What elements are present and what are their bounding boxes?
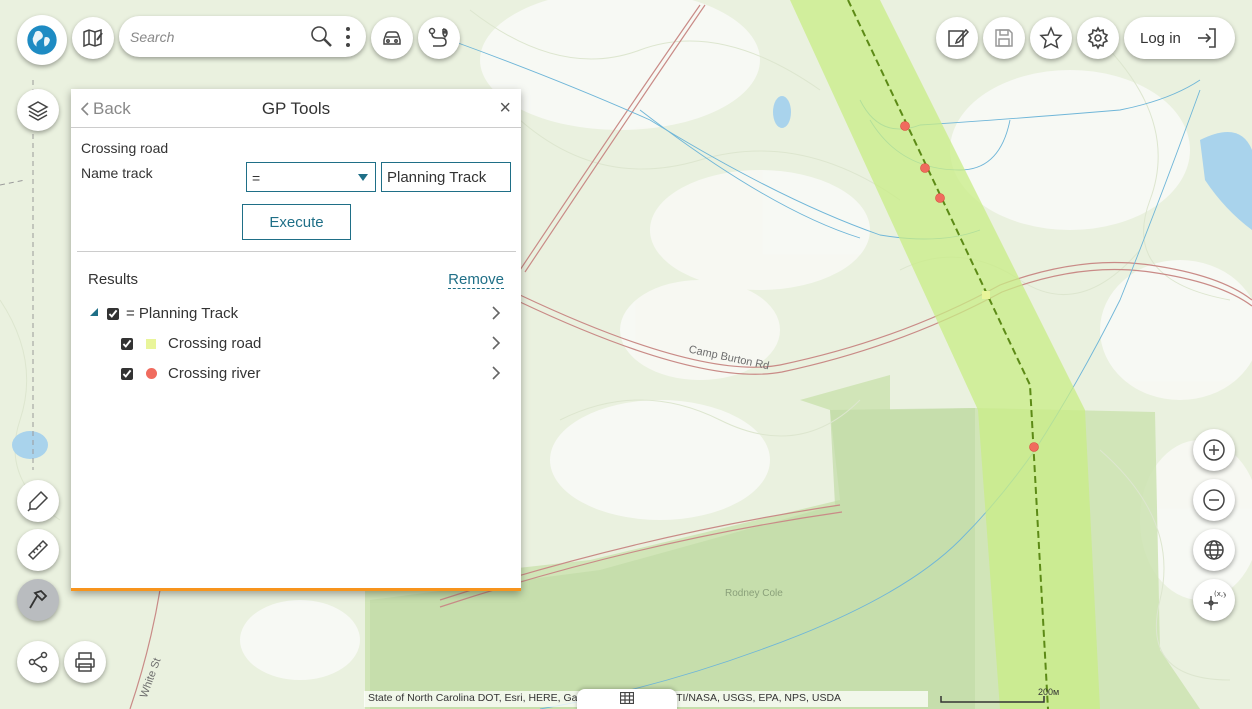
execute-button[interactable]: Execute bbox=[242, 204, 351, 240]
coordinates-button[interactable]: (x,y) bbox=[1193, 579, 1235, 621]
layers-button[interactable] bbox=[17, 89, 59, 131]
search-input[interactable] bbox=[130, 23, 308, 50]
login-label: Log in bbox=[1140, 29, 1181, 47]
results-root-checkbox[interactable] bbox=[107, 308, 119, 320]
edit-icon bbox=[948, 28, 969, 47]
panel-title: GP Tools bbox=[261, 99, 331, 118]
road-swatch-icon bbox=[146, 339, 156, 349]
gp-tools-panel: Back GP Tools × Crossing road Name track… bbox=[71, 89, 521, 591]
river-swatch-icon bbox=[146, 368, 157, 379]
tree-expand-icon[interactable] bbox=[90, 308, 98, 316]
kebab-icon[interactable] bbox=[341, 25, 355, 49]
result-layer-row[interactable]: Crossing road bbox=[71, 332, 511, 356]
share-button[interactable] bbox=[17, 641, 59, 683]
print-icon bbox=[75, 652, 95, 672]
track-name-input[interactable] bbox=[381, 162, 511, 192]
operator-select[interactable]: = bbox=[246, 162, 376, 192]
search-icon[interactable] bbox=[309, 24, 333, 48]
remove-link[interactable]: Remove bbox=[448, 271, 504, 289]
map-edit-button[interactable] bbox=[72, 17, 114, 59]
print-button[interactable] bbox=[64, 641, 106, 683]
chevron-right-icon[interactable] bbox=[491, 335, 501, 351]
layer-checkbox[interactable] bbox=[121, 368, 133, 380]
tool-name: Crossing road bbox=[81, 140, 169, 156]
car-button[interactable] bbox=[371, 17, 413, 59]
globe-icon bbox=[27, 25, 57, 55]
edit-button[interactable] bbox=[936, 17, 978, 59]
zoom-in-button[interactable] bbox=[1193, 429, 1235, 471]
route-button[interactable] bbox=[418, 17, 460, 59]
xy-icon: (x,y) bbox=[1204, 590, 1226, 610]
chevron-right-icon[interactable] bbox=[491, 305, 501, 321]
caret-down-icon bbox=[358, 174, 368, 181]
scale-label: 200м bbox=[1038, 687, 1060, 697]
field-label: Name track bbox=[81, 165, 153, 181]
search-box[interactable] bbox=[119, 16, 366, 57]
save-button[interactable] bbox=[983, 17, 1025, 59]
operator-value: = bbox=[252, 170, 261, 186]
result-layer-row[interactable]: Crossing river bbox=[71, 362, 511, 386]
gp-tools-button[interactable] bbox=[17, 579, 59, 621]
scale-bar bbox=[940, 696, 1045, 703]
basemap-button[interactable] bbox=[1193, 529, 1235, 571]
results-label: Results bbox=[88, 271, 139, 288]
favorite-button[interactable] bbox=[1030, 17, 1072, 59]
chevron-right-icon[interactable] bbox=[491, 365, 501, 381]
ruler-icon bbox=[27, 539, 49, 561]
attribute-table-toggle[interactable] bbox=[577, 689, 677, 709]
draw-icon bbox=[27, 490, 49, 512]
route-icon bbox=[428, 27, 448, 47]
zoom-out-icon bbox=[1203, 489, 1225, 511]
panel-header: Back GP Tools × bbox=[71, 89, 521, 128]
hammer-icon bbox=[29, 589, 48, 609]
star-icon bbox=[1039, 26, 1063, 49]
results-root-label: = Planning Track bbox=[126, 305, 239, 322]
place-label: Rodney Cole bbox=[725, 588, 783, 599]
zoom-out-button[interactable] bbox=[1193, 479, 1235, 521]
gear-icon bbox=[1087, 26, 1109, 50]
layer-checkbox[interactable] bbox=[121, 338, 133, 350]
home-globe-button[interactable] bbox=[17, 15, 67, 65]
settings-button[interactable] bbox=[1077, 17, 1119, 59]
svg-text:(x,y): (x,y) bbox=[1214, 590, 1226, 598]
save-icon bbox=[995, 29, 1013, 47]
layer-label: Crossing river bbox=[168, 365, 261, 382]
table-icon bbox=[620, 692, 634, 704]
share-icon bbox=[28, 651, 48, 673]
measure-button[interactable] bbox=[17, 529, 59, 571]
globe-grid-icon bbox=[1204, 540, 1224, 560]
divider bbox=[77, 251, 516, 252]
map-edit-icon bbox=[83, 28, 103, 48]
layers-icon bbox=[27, 101, 49, 121]
login-button[interactable]: Log in bbox=[1124, 17, 1235, 59]
results-root-row[interactable]: = Planning Track bbox=[71, 302, 511, 326]
zoom-in-icon bbox=[1203, 439, 1225, 461]
login-icon bbox=[1197, 28, 1216, 48]
car-icon bbox=[383, 31, 401, 45]
close-button[interactable]: × bbox=[499, 98, 511, 118]
layer-label: Crossing road bbox=[168, 335, 262, 352]
draw-button[interactable] bbox=[17, 480, 59, 522]
